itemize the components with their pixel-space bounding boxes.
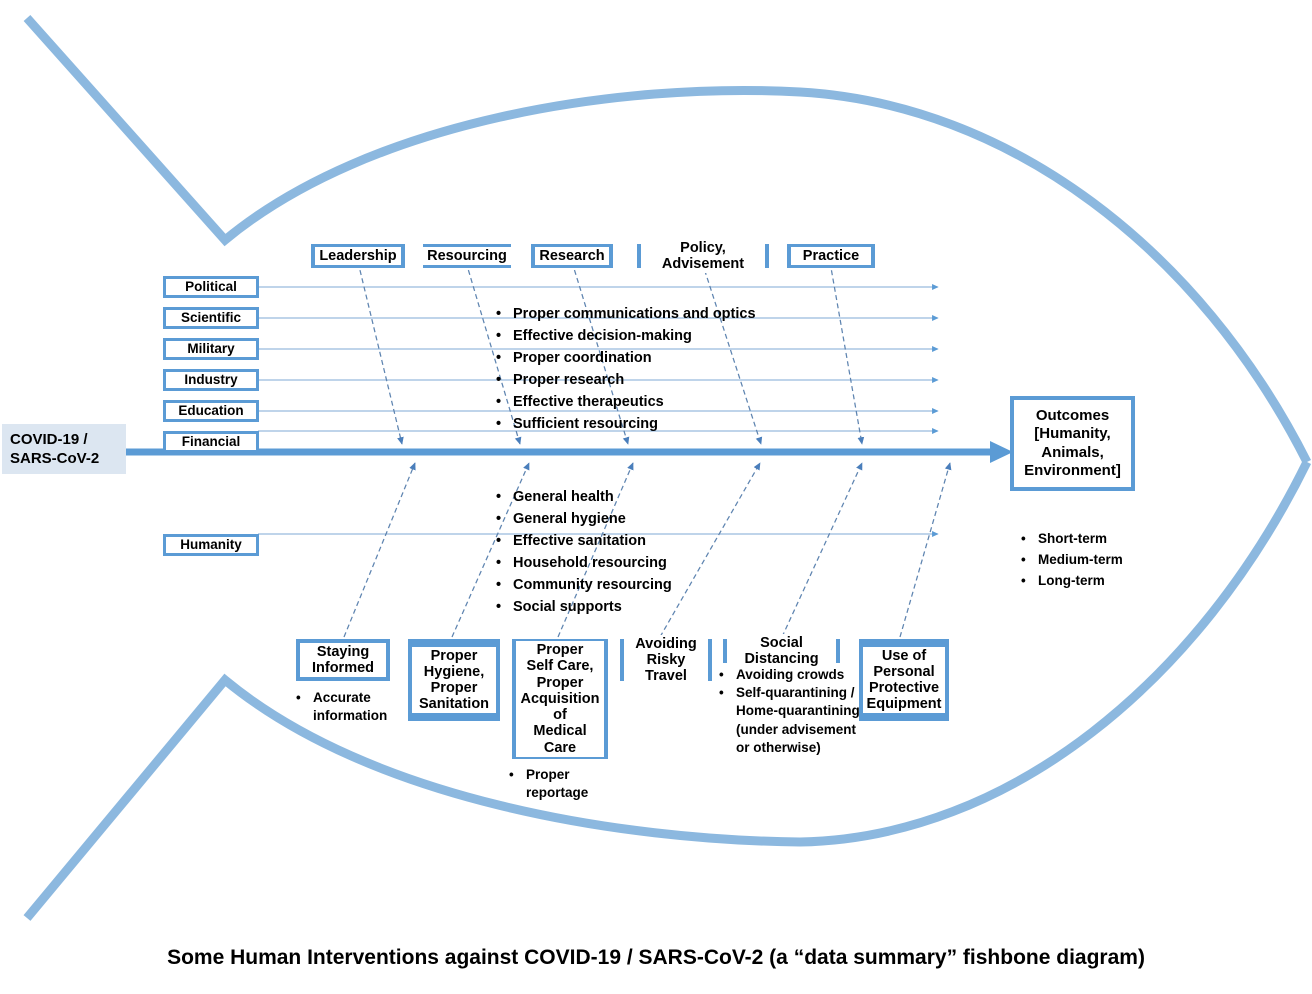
list-item: Community resourcing: [496, 576, 672, 596]
category-resourcing-label: Resourcing: [423, 246, 511, 266]
list-item: Medium-term: [1021, 551, 1123, 569]
intervention-proper-self-care[interactable]: Proper Self Care, Proper Acquisition of …: [512, 639, 608, 759]
category-policy-advisement-label: Policy, Advisement: [641, 238, 765, 274]
list-item: Effective therapeutics: [496, 393, 756, 413]
list-item: Social supports: [496, 598, 672, 618]
intervention-staying-informed-label: Staying Informed: [300, 642, 386, 678]
actor-row-financial[interactable]: Financial: [163, 431, 259, 453]
social-distancing-bullets: Avoiding crowds Self-quarantining / Home…: [718, 666, 864, 757]
outcomes-bullet-list: Short-term Medium-term Long-term: [1020, 530, 1123, 594]
source-line-1: COVID-19 /: [10, 430, 88, 448]
intervention-proper-hygiene-sanitation-label: Proper Hygiene, Proper Sanitation: [412, 646, 496, 714]
figure-caption: Some Human Interventions against COVID-1…: [167, 946, 1145, 969]
list-item: Avoiding crowds: [719, 666, 864, 684]
outcomes-label: Outcomes [Humanity, Animals, Environment…: [1014, 400, 1131, 487]
list-item: Self-quarantining / Home-quarantining (u…: [719, 684, 864, 757]
category-leadership-label: Leadership: [315, 246, 401, 266]
intervention-avoiding-risky-travel-label: Avoiding Risky Travel: [624, 634, 708, 686]
actor-row-military-label: Military: [166, 340, 256, 358]
list-item: Proper reportage: [509, 766, 622, 802]
actor-row-financial-label: Financial: [166, 433, 256, 451]
list-item: General health: [496, 488, 672, 508]
actor-row-political[interactable]: Political: [163, 276, 259, 298]
middle-bullet-list: General health General hygiene Effective…: [495, 488, 672, 620]
intervention-social-distancing-label: Social Distancing: [727, 633, 836, 669]
list-item: Sufficient resourcing: [496, 415, 756, 435]
actor-row-humanity-label: Humanity: [166, 536, 256, 554]
category-practice[interactable]: Practice: [787, 244, 875, 268]
intervention-proper-self-care-label: Proper Self Care, Proper Acquisition of …: [516, 641, 604, 757]
actor-row-education[interactable]: Education: [163, 400, 259, 422]
list-item: Proper research: [496, 371, 756, 391]
actor-row-humanity[interactable]: Humanity: [163, 534, 259, 556]
outcomes-box[interactable]: Outcomes [Humanity, Animals, Environment…: [1010, 396, 1135, 491]
intervention-social-distancing[interactable]: Social Distancing: [723, 633, 840, 669]
intervention-staying-informed[interactable]: Staying Informed: [296, 639, 390, 681]
actor-row-military[interactable]: Military: [163, 338, 259, 360]
category-research-label: Research: [535, 246, 609, 266]
intervention-personal-protective-equipment[interactable]: Use of Personal Protective Equipment: [859, 639, 949, 721]
list-item: Household resourcing: [496, 554, 672, 574]
category-resourcing[interactable]: Resourcing: [423, 244, 511, 268]
actor-row-industry[interactable]: Industry: [163, 369, 259, 391]
list-item: Proper communications and optics: [496, 305, 755, 325]
fishbone-diagram: COVID-19 / SARS-CoV-2 Leadership Resourc…: [0, 0, 1312, 994]
actor-row-political-label: Political: [166, 278, 256, 296]
list-item: Effective sanitation: [496, 532, 672, 552]
upper-bullet-list: Proper communications and optics Effecti…: [495, 305, 756, 437]
source-label: COVID-19 / SARS-CoV-2: [2, 424, 126, 474]
source-line-2: SARS-CoV-2: [10, 450, 100, 467]
intervention-proper-hygiene-sanitation[interactable]: Proper Hygiene, Proper Sanitation: [408, 639, 500, 721]
actor-row-scientific[interactable]: Scientific: [163, 307, 259, 329]
list-item: Proper coordination: [496, 349, 756, 369]
list-item: General hygiene: [496, 510, 672, 530]
self-care-bullets: Proper reportage: [508, 766, 622, 802]
actor-row-scientific-label: Scientific: [166, 309, 256, 327]
category-policy-advisement[interactable]: Policy, Advisement: [637, 238, 769, 274]
intervention-avoiding-risky-travel[interactable]: Avoiding Risky Travel: [620, 634, 712, 686]
list-item: Short-term: [1021, 530, 1123, 548]
list-item: Long-term: [1021, 572, 1123, 590]
spine-arrow: [126, 441, 1013, 463]
actor-row-education-label: Education: [166, 402, 256, 420]
intervention-personal-protective-equipment-label: Use of Personal Protective Equipment: [862, 646, 946, 714]
category-leadership[interactable]: Leadership: [311, 244, 405, 268]
category-practice-label: Practice: [791, 246, 871, 266]
list-item: Effective decision-making: [496, 327, 756, 347]
actor-row-industry-label: Industry: [166, 371, 256, 389]
category-research[interactable]: Research: [531, 244, 613, 268]
